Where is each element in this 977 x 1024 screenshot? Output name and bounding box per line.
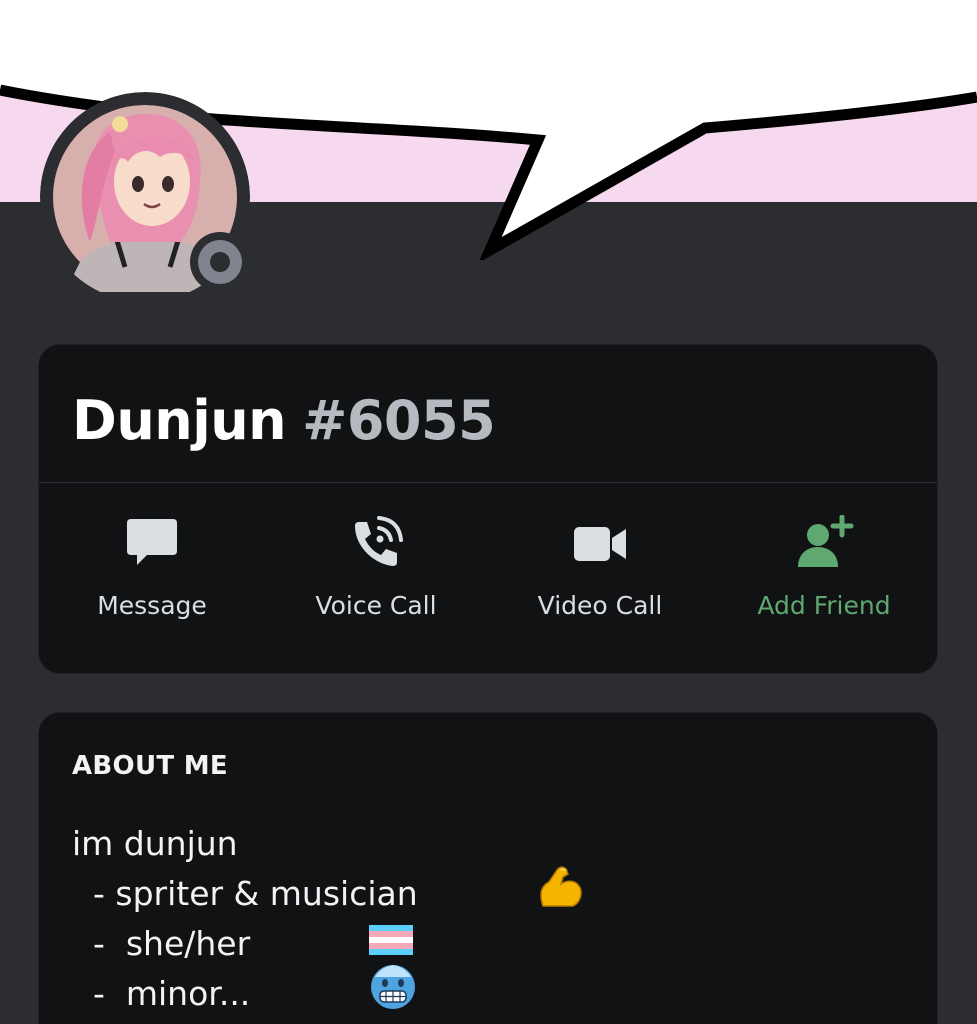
user-discriminator: #6055 (302, 389, 496, 452)
add-friend-label: Add Friend (757, 591, 891, 620)
profile-screen: Dunjun #6055 Message Voice Call Video Ca… (0, 0, 977, 1024)
chat-bubble-icon (122, 515, 182, 571)
cold-face-emoji (264, 913, 417, 1024)
message-button[interactable]: Message (40, 515, 264, 635)
action-bar: Message Voice Call Video Call Add Friend (39, 515, 937, 645)
add-friend-button[interactable]: Add Friend (712, 515, 936, 635)
video-camera-icon (570, 515, 630, 571)
username: Dunjun (72, 389, 287, 452)
about-me-text: im dunjun - spriter & musician - she/her (72, 819, 892, 1019)
about-line: - spriter & musician (72, 866, 892, 919)
voice-call-button[interactable]: Voice Call (264, 515, 488, 635)
phone-call-icon (346, 515, 406, 571)
about-line: - minor... (72, 965, 892, 1019)
user-name-row: Dunjun #6055 (72, 381, 496, 461)
video-call-label: Video Call (537, 591, 663, 620)
flexed-biceps-emoji (432, 814, 585, 974)
status-offline-indicator (190, 232, 250, 292)
message-label: Message (97, 591, 207, 620)
avatar-container[interactable] (40, 92, 270, 302)
about-me-heading: ABOUT ME (72, 751, 228, 781)
about-me-card: ABOUT ME im dunjun - spriter & musician … (38, 712, 938, 1024)
add-friend-icon (794, 515, 854, 571)
divider (39, 482, 937, 483)
voice-call-label: Voice Call (315, 591, 437, 620)
video-call-button[interactable]: Video Call (488, 515, 712, 635)
user-info-card: Dunjun #6055 Message Voice Call Video Ca… (38, 344, 938, 674)
